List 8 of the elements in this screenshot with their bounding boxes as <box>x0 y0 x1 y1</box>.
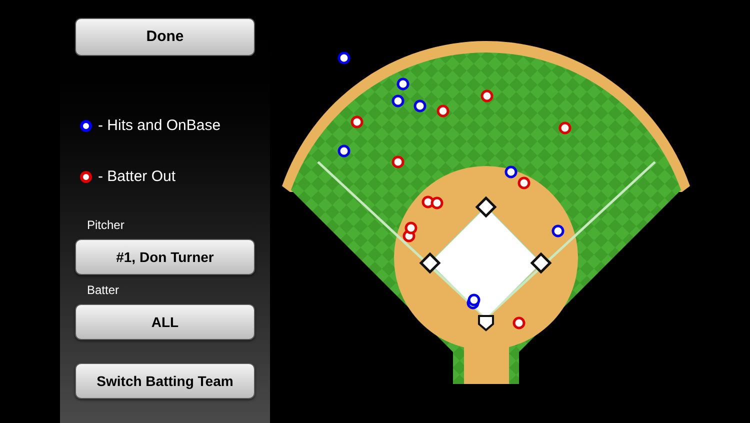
pitcher-button[interactable]: #1, Don Turner <box>75 239 255 275</box>
done-button[interactable]: Done <box>75 18 255 56</box>
legend-label: - Batter Out <box>98 166 176 186</box>
batter-button[interactable]: ALL <box>75 304 255 340</box>
batter-label: Batter <box>87 282 120 299</box>
legend-label: - Hits and OnBase <box>98 116 221 136</box>
pitcher-label: Pitcher <box>87 217 126 234</box>
switch-batting-team-button[interactable]: Switch Batting Team <box>75 363 255 399</box>
